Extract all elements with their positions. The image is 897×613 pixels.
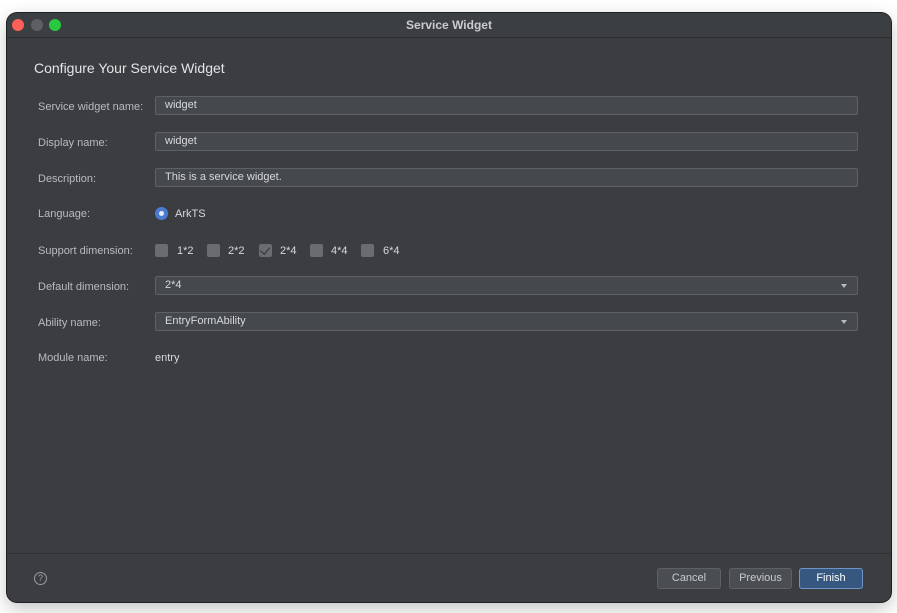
chevron-down-icon bbox=[841, 284, 847, 288]
module-name-value: entry bbox=[155, 352, 180, 364]
service-widget-dialog: Service Widget Configure Your Service Wi… bbox=[7, 13, 891, 602]
chevron-down-icon bbox=[841, 320, 847, 324]
ability-name-label: Ability name: bbox=[38, 317, 101, 329]
page-heading: Configure Your Service Widget bbox=[34, 60, 225, 76]
display-name-input[interactable]: widget bbox=[155, 132, 858, 151]
support-dimension-label: Support dimension: bbox=[38, 245, 133, 257]
description-input[interactable]: This is a service widget. bbox=[155, 168, 858, 187]
help-icon[interactable]: ? bbox=[34, 572, 47, 585]
ability-name-value: EntryFormAbility bbox=[165, 315, 246, 327]
dimension-2x4-label[interactable]: 2*4 bbox=[280, 245, 297, 257]
service-widget-name-label: Service widget name: bbox=[38, 101, 144, 113]
radio-selected-dot bbox=[159, 211, 164, 216]
description-label: Description: bbox=[38, 173, 97, 185]
language-arkts-radio[interactable] bbox=[155, 207, 168, 220]
dimension-4x4-label[interactable]: 4*4 bbox=[331, 245, 348, 257]
dimension-2x2-checkbox[interactable] bbox=[207, 244, 220, 257]
default-dimension-label: Default dimension: bbox=[38, 281, 130, 293]
dimension-6x4-checkbox[interactable] bbox=[361, 244, 374, 257]
ability-name-select[interactable]: EntryFormAbility bbox=[155, 312, 858, 331]
default-dimension-select[interactable]: 2*4 bbox=[155, 276, 858, 295]
footer-divider bbox=[7, 553, 891, 554]
checkmark-icon bbox=[259, 244, 271, 255]
language-arkts-label[interactable]: ArkTS bbox=[175, 208, 206, 220]
dimension-1x2-label[interactable]: 1*2 bbox=[177, 245, 194, 257]
language-label: Language: bbox=[38, 208, 90, 220]
dimension-4x4-checkbox[interactable] bbox=[310, 244, 323, 257]
dimension-2x2-label[interactable]: 2*2 bbox=[228, 245, 245, 257]
dimension-6x4-label[interactable]: 6*4 bbox=[383, 245, 400, 257]
default-dimension-value: 2*4 bbox=[165, 279, 182, 291]
previous-button[interactable]: Previous bbox=[729, 568, 792, 589]
cancel-button[interactable]: Cancel bbox=[657, 568, 721, 589]
display-name-label: Display name: bbox=[38, 137, 108, 149]
dimension-2x4-checkbox[interactable] bbox=[259, 244, 272, 257]
module-name-label: Module name: bbox=[38, 352, 108, 364]
title-bar: Service Widget bbox=[7, 13, 891, 38]
window-title: Service Widget bbox=[406, 18, 492, 32]
dimension-1x2-checkbox[interactable] bbox=[155, 244, 168, 257]
finish-button[interactable]: Finish bbox=[799, 568, 863, 589]
service-widget-name-input[interactable]: widget bbox=[155, 96, 858, 115]
